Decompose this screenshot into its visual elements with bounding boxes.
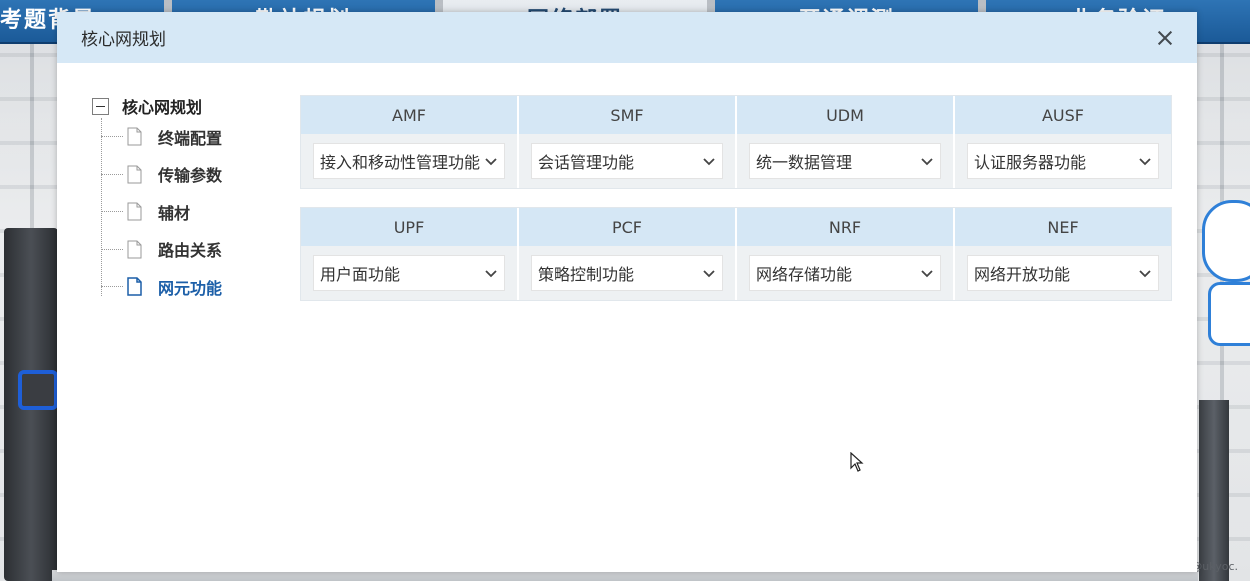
nef-select[interactable]: 网络开放功能 [967, 255, 1159, 291]
cell-pcf: 策略控制功能 [519, 246, 737, 300]
tree-root[interactable]: 核心网规划 [92, 94, 262, 118]
pcf-select[interactable]: 策略控制功能 [531, 255, 723, 291]
grid-value-row: 用户面功能 策略控制功能 网络存储功能 网络开放功能 [301, 246, 1171, 300]
cell-udm: 统一数据管理 [737, 134, 955, 188]
file-icon [127, 277, 142, 296]
nf-grid-bottom: UPF PCF NRF NEF 用户面功能 策略控制功能 网络存储功能 网络开放… [300, 207, 1172, 301]
chevron-down-icon [1139, 270, 1151, 278]
header-nrf: NRF [737, 208, 955, 246]
smf-select[interactable]: 会话管理功能 [531, 143, 723, 179]
select-value: 会话管理功能 [538, 153, 635, 172]
robot-mascot [1198, 190, 1250, 350]
server-rack-right [1199, 400, 1229, 581]
tree-item-materials[interactable]: 辅材 [101, 193, 262, 231]
robot-body [1208, 282, 1250, 346]
close-icon[interactable] [1153, 26, 1177, 50]
nrf-select[interactable]: 网络存储功能 [749, 255, 941, 291]
chevron-down-icon [485, 158, 497, 166]
tree-item-label: 传输参数 [158, 166, 223, 186]
tree-item-label: 终端配置 [158, 128, 223, 148]
header-nef: NEF [1047, 217, 1079, 237]
robot-head [1202, 200, 1250, 282]
grid-header-row: AMF SMF UDM AUSF [301, 96, 1171, 134]
tree-root-label: 核心网规划 [122, 98, 203, 117]
grid-header-row: UPF PCF NRF NEF [301, 208, 1171, 246]
network-port[interactable] [18, 370, 58, 410]
tree-item-transport-params[interactable]: 传输参数 [101, 156, 262, 194]
tree-item-label: 网元功能 [158, 278, 223, 298]
grid-value-row: 接入和移动性管理功能 会话管理功能 统一数据管理 认证服务器功能 [301, 134, 1171, 188]
chevron-down-icon [703, 158, 715, 166]
core-network-planning-dialog: 核心网规划 核心网规划 终端配置 传输参数 辅材 路由关系 网元功能 AMF S… [57, 12, 1197, 572]
header-ausf: AUSF [1041, 105, 1084, 125]
cell-amf: 接入和移动性管理功能 [301, 134, 519, 188]
cell-nrf: 网络存储功能 [737, 246, 955, 300]
select-value: 认证服务器功能 [974, 153, 1087, 172]
header-udm: UDM [737, 96, 955, 134]
chevron-down-icon [703, 270, 715, 278]
tree-item-label: 路由关系 [158, 241, 223, 261]
cell-smf: 会话管理功能 [519, 134, 737, 188]
dialog-header: 核心网规划 [57, 12, 1197, 63]
planning-tree: 核心网规划 终端配置 传输参数 辅材 路由关系 网元功能 [92, 94, 262, 306]
select-value: 网络开放功能 [974, 265, 1071, 284]
header-amf: AMF [301, 96, 519, 134]
tree-item-routing[interactable]: 路由关系 [101, 231, 262, 269]
file-icon [127, 127, 142, 146]
select-value: 策略控制功能 [538, 265, 635, 284]
cell-nef: 网络开放功能 [955, 246, 1171, 300]
header-upf: UPF [301, 208, 519, 246]
tree-item-terminal-config[interactable]: 终端配置 [101, 118, 262, 156]
cell-ausf: 认证服务器功能 [955, 134, 1171, 188]
ausf-select[interactable]: 认证服务器功能 [967, 143, 1159, 179]
tree-item-network-functions[interactable]: 网元功能 [101, 268, 262, 306]
select-value: 接入和移动性管理功能 [320, 153, 481, 172]
file-icon [127, 240, 142, 259]
chevron-down-icon [485, 270, 497, 278]
select-value: 用户面功能 [320, 265, 401, 284]
file-icon [127, 165, 142, 184]
amf-select[interactable]: 接入和移动性管理功能 [313, 143, 505, 179]
cell-upf: 用户面功能 [301, 246, 519, 300]
chevron-down-icon [921, 270, 933, 278]
select-value: 网络存储功能 [756, 265, 853, 284]
chevron-down-icon [921, 158, 933, 166]
tree-item-label: 辅材 [158, 203, 191, 223]
chevron-down-icon [1139, 158, 1151, 166]
header-smf: SMF [519, 96, 737, 134]
select-value: 统一数据管理 [756, 153, 853, 172]
mouse-cursor-icon [850, 452, 864, 472]
udm-select[interactable]: 统一数据管理 [749, 143, 941, 179]
header-pcf: PCF [519, 208, 737, 246]
collapse-icon[interactable] [92, 97, 109, 115]
upf-select[interactable]: 用户面功能 [313, 255, 505, 291]
dialog-title: 核心网规划 [81, 30, 166, 50]
nf-grid-top: AMF SMF UDM AUSF 接入和移动性管理功能 会话管理功能 统一数据管 [300, 95, 1172, 189]
tree-children: 终端配置 传输参数 辅材 路由关系 网元功能 [101, 118, 262, 306]
file-icon [127, 202, 142, 221]
